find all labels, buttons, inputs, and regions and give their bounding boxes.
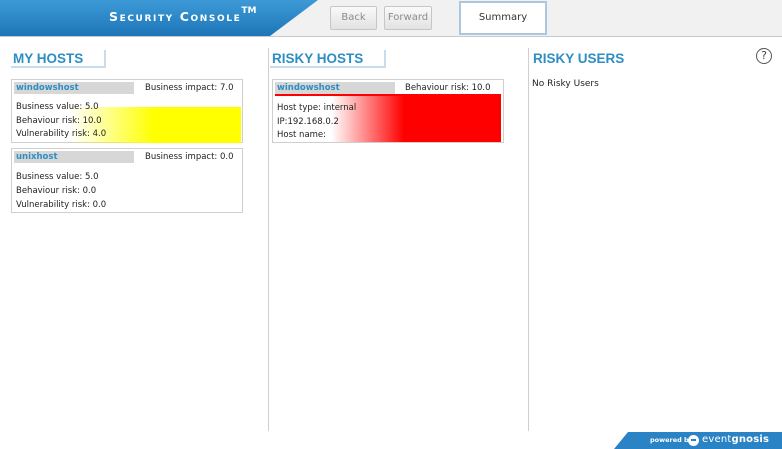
app-title: Security ConsoleTM <box>109 6 257 24</box>
column-divider <box>268 48 269 431</box>
host-name-link[interactable]: unixhost <box>14 151 134 163</box>
vulnerability-risk-text: Vulnerability risk: 0.0 <box>16 200 107 210</box>
behaviour-risk-text: Behaviour risk: 0.0 <box>16 186 97 196</box>
eventgnosis-logo-icon <box>688 435 699 446</box>
powered-by-footer: powered by eventgnosis <box>614 432 782 449</box>
forward-button[interactable]: Forward <box>384 6 432 30</box>
help-icon[interactable]: ? <box>756 48 772 64</box>
tab-summary[interactable]: Summary <box>459 1 547 35</box>
host-name-link[interactable]: windowshost <box>14 82 134 94</box>
ip-address-text: IP:192.168.0.2 <box>277 117 339 127</box>
no-risky-users-text: No Risky Users <box>532 79 599 89</box>
risky-hosts-title: RISKY HOSTS <box>270 50 386 68</box>
business-impact-label: Business impact: 7.0 <box>145 83 234 93</box>
trademark-mark: TM <box>241 6 257 16</box>
column-divider <box>528 48 529 431</box>
host-type-text: Host type: internal <box>277 103 357 113</box>
behaviour-risk-label: Behaviour risk: 10.0 <box>405 83 491 93</box>
business-value-text: Business value: 5.0 <box>16 172 99 182</box>
powered-by-text: powered by <box>650 436 693 444</box>
eventgnosis-brand: eventgnosis <box>702 434 770 445</box>
my-hosts-title: MY HOSTS <box>11 50 106 68</box>
my-host-card-windowshost[interactable]: windowshost Business impact: 7.0 Busines… <box>11 79 243 143</box>
business-impact-label: Business impact: 0.0 <box>145 152 234 162</box>
top-toolbar: Security ConsoleTM Back Forward Summary <box>0 0 782 37</box>
business-value-text: Business value: 5.0 <box>16 102 99 112</box>
vulnerability-risk-text: Vulnerability risk: 4.0 <box>16 129 107 139</box>
behaviour-risk-text: Behaviour risk: 10.0 <box>16 116 102 126</box>
host-name-text: Host name: <box>277 130 327 140</box>
risky-host-card-windowshost[interactable]: windowshost Behaviour risk: 10.0 Host ty… <box>272 79 504 143</box>
back-button[interactable]: Back <box>330 6 377 30</box>
risky-users-title: RISKY USERS <box>533 51 625 66</box>
my-host-card-unixhost[interactable]: unixhost Business impact: 0.0 Business v… <box>11 148 243 213</box>
host-name-link[interactable]: windowshost <box>275 82 395 94</box>
